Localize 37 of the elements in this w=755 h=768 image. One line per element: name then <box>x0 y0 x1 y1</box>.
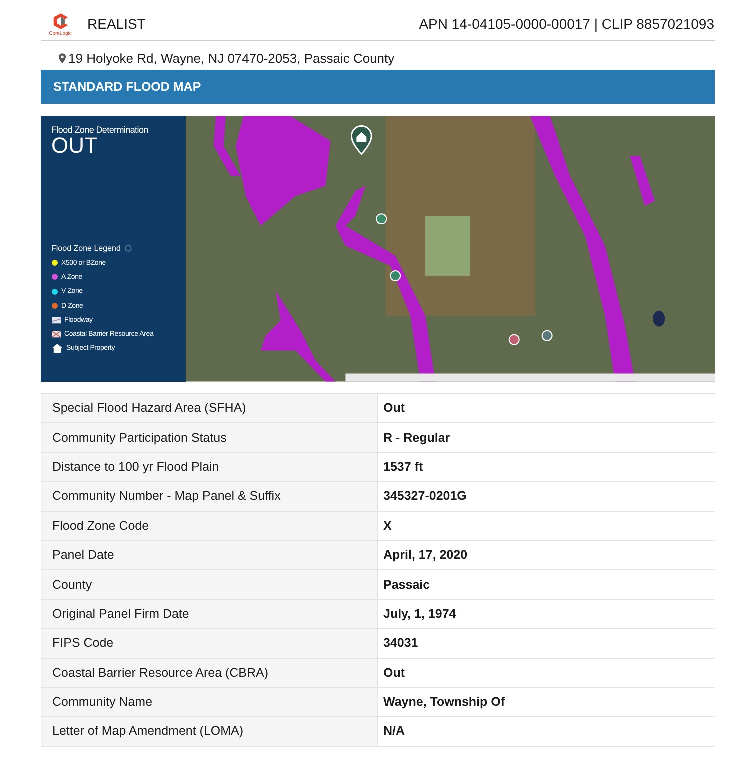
house-icon <box>52 344 62 354</box>
field-value: Wayne, Township Of <box>382 694 506 712</box>
logo-icon <box>52 12 68 30</box>
field-label: Flood Zone Code <box>40 512 378 540</box>
address-text: 19 Holyoke Rd, Wayne, NJ 07470-2053, Passaic County <box>68 50 395 66</box>
field-label: Special Flood Hazard Area (SFHA) <box>40 394 378 422</box>
parcel-ids: APN 14-04105-0000-00017 | CLIP 8857021093 <box>419 16 714 32</box>
field-value: R - Regular <box>382 430 452 447</box>
brand-name: REALIST <box>88 16 147 32</box>
determination-value: OUT <box>52 135 98 157</box>
location-pin-icon <box>58 52 66 64</box>
field-value: N/A <box>382 723 406 740</box>
crosshatched-swatch-icon <box>52 331 60 338</box>
legend-title: Flood Zone Legend <box>52 244 121 253</box>
info-icon <box>124 245 132 252</box>
field-value: July, 1, 1974 <box>382 606 458 623</box>
field-label: Community Name <box>40 688 378 716</box>
field-value: 34031 <box>382 635 420 652</box>
field-value: Passaic <box>382 576 432 594</box>
hatched-swatch-icon <box>52 316 60 324</box>
field-label: Community Number - Map Panel & Suffix <box>40 482 378 511</box>
field-value: Out <box>382 400 406 418</box>
field-value: X <box>382 518 393 535</box>
field-label: Distance to 100 yr Flood Plain <box>40 452 378 482</box>
field-value: April, 17, 2020 <box>382 547 469 564</box>
determination-label: Flood Zone Determination <box>52 125 150 135</box>
section-title: STANDARD FLOOD MAP <box>40 70 714 104</box>
field-value: 345327-0201G <box>382 488 468 506</box>
field-label: Community Participation Status <box>40 423 378 452</box>
field-value: 1537 ft <box>382 458 424 476</box>
field-label: FIPS Code <box>40 629 378 658</box>
field-label: Original Panel Firm Date <box>40 600 378 628</box>
field-label: Panel Date <box>40 540 378 570</box>
field-label: Coastal Barrier Resource Area (CBRA) <box>40 658 378 687</box>
field-label: Letter of Map Amendment (LOMA) <box>40 717 378 746</box>
field-label: County <box>40 570 378 599</box>
field-value: Out <box>382 664 406 682</box>
